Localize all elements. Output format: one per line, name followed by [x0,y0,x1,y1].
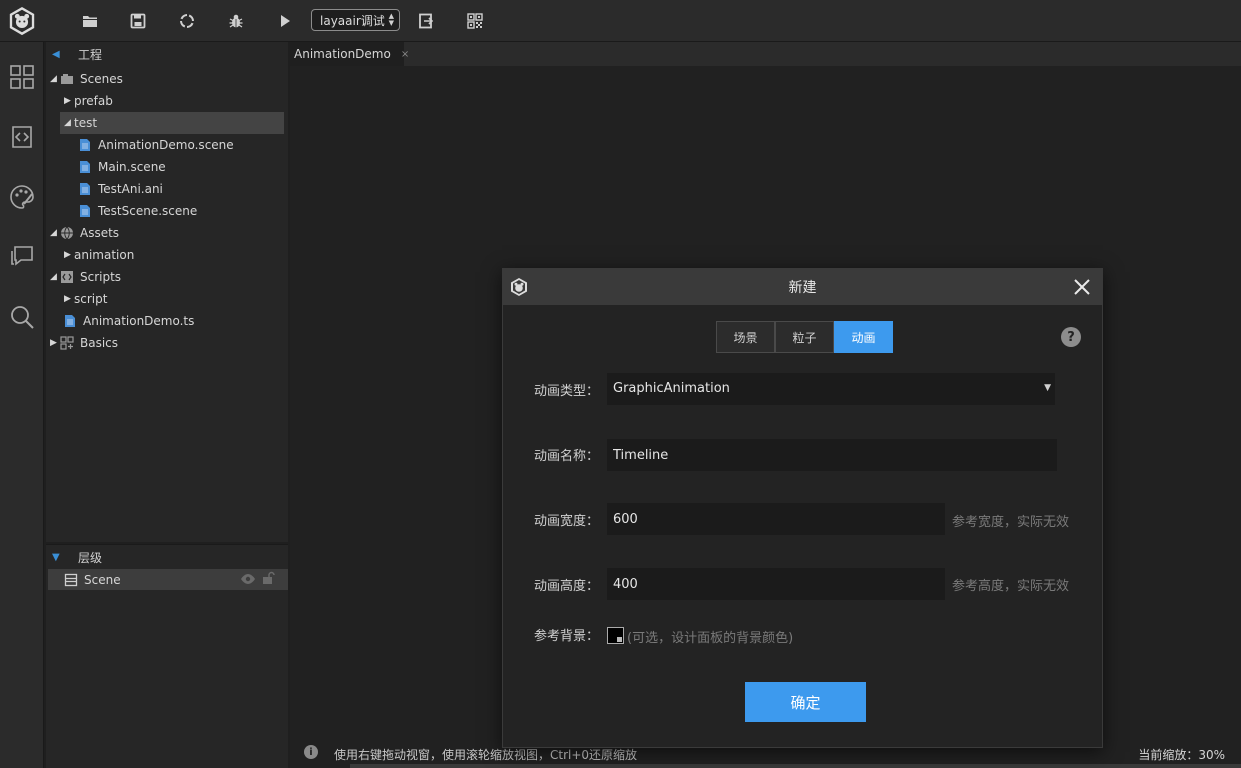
palette-icon[interactable] [7,182,37,212]
tab-animationdemo[interactable]: AnimationDemo × [290,42,409,66]
tree-item-assets[interactable]: ◢ Assets [50,222,119,244]
play-icon[interactable] [273,9,297,33]
expand-arrow-icon[interactable]: ◢ [64,118,74,128]
new-dialog: 新建 场景 粒子 动画 ? 动画类型： GraphicAnimation ▼ 动… [502,268,1103,748]
project-panel-header[interactable]: ◀ 工程 [46,42,288,66]
height-hint: 参考高度，实际无效 [952,579,1070,594]
file-icon [78,204,92,218]
publish-icon[interactable] [175,9,199,33]
file-icon [63,314,77,328]
search-icon[interactable] [7,302,37,332]
file-icon [78,182,92,196]
tree-item-testscene-scene[interactable]: TestScene.scene [78,200,197,222]
zoom-level: 当前缩放：30% [1138,748,1225,762]
bug-icon[interactable] [224,9,248,33]
tree-item-main-scene[interactable]: Main.scene [78,156,166,178]
close-icon[interactable] [1072,277,1092,297]
file-icon [78,138,92,152]
basics-icon [60,336,74,350]
project-panel: ◀ 工程 ◢ Scenes ▶ prefab ◢ test AnimationD… [46,42,288,542]
layer-panel: ▼ 层级 Scene [46,544,288,768]
ref-bg-label: 参考背景： [534,629,600,644]
bg-hint: (可选，设计面板的背景颜色) [627,631,794,646]
anim-height-label: 动画高度： [534,579,600,594]
top-toolbar: layaair调试 ▲ ▼ [0,0,1241,42]
tab-animation[interactable]: 动画 [834,321,893,353]
status-tip: 使用右键拖动视窗，使用滚轮缩放视图，Ctrl+0还原缩放 [334,748,638,762]
dialog-logo-icon [509,277,529,297]
anim-width-label: 动画宽度： [534,514,600,529]
confirm-button[interactable]: 确定 [745,682,866,722]
tree-item-animation[interactable]: ▶ animation [64,244,134,266]
comment-icon[interactable] [7,242,37,272]
anim-type-label: 动画类型： [534,384,600,399]
code-icon[interactable] [7,122,37,152]
scenes-icon [60,72,74,86]
expand-arrow-icon[interactable]: ▶ [64,250,74,260]
expand-arrow-icon[interactable]: ▶ [64,96,74,106]
scene-node-icon [64,573,78,587]
debug-target-select[interactable]: layaair调试 ▲ ▼ [311,9,400,31]
anim-type-select[interactable]: GraphicAnimation ▼ [607,373,1055,405]
layer-item-scene[interactable]: Scene [48,569,288,590]
debug-target-label: layaair调试 [320,13,385,28]
file-icon [78,160,92,174]
qrcode-icon[interactable] [463,9,487,33]
tree-item-basics[interactable]: ▶ Basics [50,332,118,354]
tree-item-testani-ani[interactable]: TestAni.ani [78,178,163,200]
expand-arrow-icon[interactable]: ◢ [50,272,60,282]
dialog-title-bar[interactable]: 新建 [503,269,1102,305]
grid-icon[interactable] [7,62,37,92]
expand-arrow-icon[interactable]: ◢ [50,74,60,84]
collapse-down-icon[interactable]: ▼ [52,552,78,563]
dropdown-arrow-icon: ▼ [1044,383,1051,393]
assets-icon [60,226,74,240]
export-icon[interactable] [414,9,438,33]
expand-arrow-icon[interactable]: ▶ [50,338,60,348]
close-tab-icon[interactable]: × [401,49,409,60]
tree-item-prefab[interactable]: ▶ prefab [64,90,113,112]
horizontal-scrollbar[interactable] [350,764,1241,768]
tree-item-scripts[interactable]: ◢ Scripts [50,266,121,288]
tree-item-animationdemo-ts[interactable]: AnimationDemo.ts [63,310,194,332]
unlock-icon[interactable] [261,571,275,588]
app-logo-icon[interactable] [6,5,38,37]
select-arrows-icon: ▲ ▼ [388,12,394,27]
editor-tab-bar: AnimationDemo × [290,42,1241,66]
tree-item-scenes[interactable]: ◢ Scenes [50,68,123,90]
dialog-title: 新建 [788,280,817,296]
tree-item-animationdemo-scene[interactable]: AnimationDemo.scene [78,134,234,156]
project-panel-title: 工程 [78,47,103,62]
folder-icon[interactable] [78,9,102,33]
anim-name-input[interactable] [607,439,1057,471]
anim-height-input[interactable] [607,568,945,600]
anim-width-input[interactable] [607,503,945,535]
anim-name-label: 动画名称： [534,449,600,464]
visibility-eye-icon[interactable] [240,572,256,589]
type-segmented-control: 场景 粒子 动画 [716,321,893,353]
info-icon: i [304,745,318,759]
expand-arrow-icon[interactable]: ◢ [50,228,60,238]
bg-color-swatch[interactable] [607,627,624,644]
width-hint: 参考宽度，实际无效 [952,515,1070,530]
layer-panel-header[interactable]: ▼ 层级 [46,545,288,569]
tree-item-script[interactable]: ▶ script [64,288,107,310]
save-icon[interactable] [126,9,150,33]
help-icon[interactable]: ? [1061,327,1081,347]
layer-panel-title: 层级 [78,550,103,565]
tree-item-test[interactable]: ◢ test [60,112,284,134]
expand-arrow-icon[interactable]: ▶ [64,294,74,304]
collapse-left-icon[interactable]: ◀ [52,49,78,60]
tab-particle[interactable]: 粒子 [775,321,834,353]
scripts-icon [60,270,74,284]
tab-scene[interactable]: 场景 [716,321,775,353]
activity-rail [0,42,44,768]
